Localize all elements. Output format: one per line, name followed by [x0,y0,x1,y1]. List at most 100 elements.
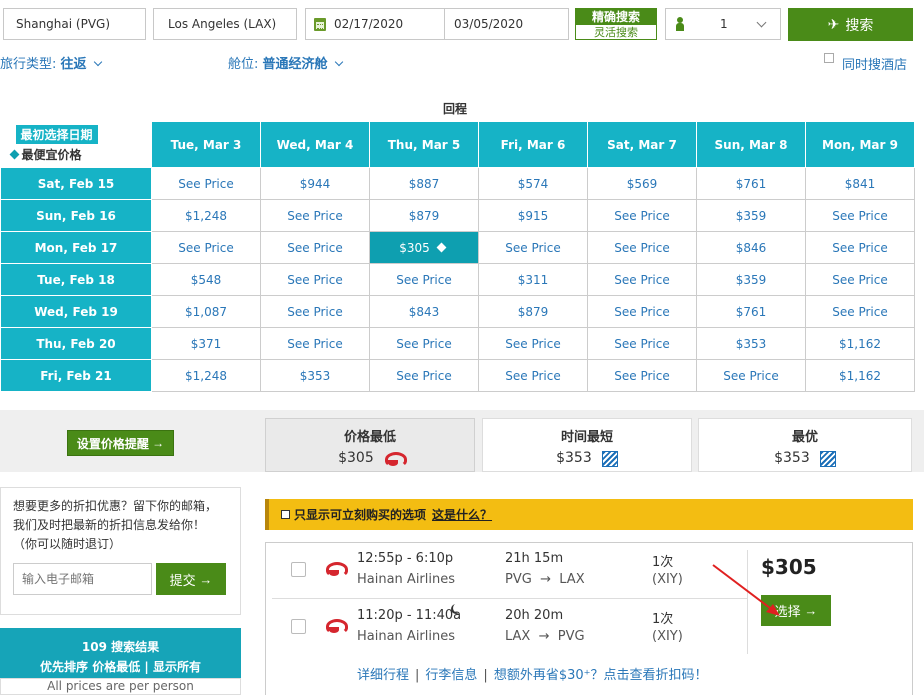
matrix-cell[interactable]: See Price [805,295,915,328]
hotel-checkbox[interactable] [824,53,834,63]
matrix-cell[interactable]: See Price [478,327,588,360]
depart-date-field[interactable]: 02/17/2020 [305,8,445,40]
trip-type-value: 往返 [60,57,87,72]
matrix-cell[interactable]: $944 [260,167,370,200]
matrix-cell[interactable]: $1,162 [805,327,915,360]
matrix-cell[interactable]: $843 [369,295,479,328]
promo-line: 我们及时把最新的折扣信息发给你！ [13,518,206,532]
sort-tab-label: 时间最短 [560,430,613,445]
hotel-search-link[interactable]: 同时搜酒店 [842,54,907,73]
matrix-cell-value: See Price [396,368,452,383]
matrix-cell[interactable]: See Price [260,263,370,296]
matrix-cell[interactable]: See Price [369,359,479,392]
matrix-cell[interactable]: See Price [260,295,370,328]
matrix-cell[interactable]: See Price [478,231,588,264]
leg-duration: 21h 15m [505,551,564,566]
matrix-cell[interactable]: See Price [805,263,915,296]
trip-type-select[interactable]: 旅行类型: 往返 [0,53,102,72]
results-sort[interactable]: 优先排序 价格最低 | 显示所有 [0,658,241,675]
matrix-cell[interactable]: $887 [369,167,479,200]
matrix-cell[interactable]: $1,248 [151,199,261,232]
matrix-cell[interactable]: $761 [696,295,806,328]
depart-date-header: Mon, Feb 17 [0,231,152,264]
matrix-cell[interactable]: See Price [805,231,915,264]
matrix-cell[interactable]: See Price [151,167,261,200]
matrix-cell[interactable]: $353 [696,327,806,360]
initial-date-badge: 最初选择日期 [15,125,98,145]
origin-field[interactable]: Shanghai (PVG) [3,8,146,40]
matrix-cell[interactable]: See Price [260,199,370,232]
matrix-cell-selected[interactable]: $305 [369,231,479,264]
matrix-cell[interactable]: $574 [478,167,588,200]
matrix-cell-value: See Price [614,208,670,223]
mode-exact-button[interactable]: 精确搜索 [575,8,657,24]
destination-value: Los Angeles (LAX) [168,17,277,31]
matrix-cell[interactable]: See Price [587,359,697,392]
matrix-cell[interactable]: $846 [696,231,806,264]
matrix-cell[interactable]: $1,162 [805,359,915,392]
return-date-header: Thu, Mar 5 [369,121,479,168]
matrix-cell[interactable]: See Price [260,327,370,360]
sort-tab-cheapest[interactable]: 价格最低 $305 [265,418,475,472]
leg-checkbox[interactable] [291,619,306,634]
matrix-cell[interactable]: See Price [478,359,588,392]
matrix-cell[interactable]: $841 [805,167,915,200]
matrix-cell[interactable]: $879 [478,295,588,328]
return-date-header: Fri, Mar 6 [478,121,588,168]
mode-flex-button[interactable]: 灵活搜索 [575,24,657,40]
leg-checkbox[interactable] [291,562,306,577]
instant-book-filter[interactable]: 只显示可立刻购买的选项 这是什么？ [265,499,913,530]
matrix-cell[interactable]: See Price [369,327,479,360]
matrix-cell[interactable]: See Price [587,295,697,328]
price-alert-label: 设置价格提醒 [76,436,149,451]
matrix-cell-value: See Price [505,240,561,255]
matrix-cell[interactable]: See Price [151,231,261,264]
cabin-select[interactable]: 舱位: 普通经济舱 [228,53,343,72]
sort-tab-fastest[interactable]: 时间最短 $353 [482,418,692,472]
search-mode-toggle[interactable]: 精确搜索 灵活搜索 [575,8,657,40]
matrix-cell[interactable]: $1,248 [151,359,261,392]
sort-tab-best[interactable]: 最优 $353 [698,418,912,472]
matrix-cell[interactable]: $353 [260,359,370,392]
email-input[interactable] [13,563,152,595]
matrix-cell[interactable]: See Price [369,263,479,296]
matrix-cell[interactable]: $548 [151,263,261,296]
matrix-cell[interactable]: $1,087 [151,295,261,328]
filter-checkbox[interactable] [281,510,290,519]
baggage-link[interactable]: 行李信息 [425,668,477,683]
price-alert-button[interactable]: 设置价格提醒 → [67,430,174,456]
matrix-cell[interactable]: See Price [587,327,697,360]
matrix-cell[interactable]: $359 [696,199,806,232]
united-logo-icon [601,450,618,467]
matrix-cell[interactable]: $311 [478,263,588,296]
matrix-cell[interactable]: $371 [151,327,261,360]
matrix-cell[interactable]: See Price [805,199,915,232]
matrix-cell[interactable]: $915 [478,199,588,232]
matrix-cell[interactable]: See Price [587,199,697,232]
search-button[interactable]: ✈ 搜索 [788,8,913,41]
details-link[interactable]: 详细行程 [357,668,409,683]
origin-value: Shanghai (PVG) [16,17,111,31]
matrix-cell-value: $548 [190,272,222,287]
depart-date-header: Fri, Feb 21 [0,359,152,392]
submit-button[interactable]: 提交 → [156,563,226,595]
matrix-cell-value: $843 [408,304,440,319]
destination-field[interactable]: Los Angeles (LAX) [153,8,297,40]
leg-divider [272,598,747,599]
matrix-cell[interactable]: See Price [587,231,697,264]
promo-code-link[interactable]: 想额外再省$30⁺？点击查看折扣码！ [494,668,708,683]
matrix-cell[interactable]: $359 [696,263,806,296]
matrix-cell[interactable]: $879 [369,199,479,232]
matrix-cell[interactable]: $569 [587,167,697,200]
matrix-cell[interactable]: See Price [587,263,697,296]
annotation-arrow-icon [712,564,780,616]
link-separator: | [483,668,488,683]
what-is-this-link[interactable]: 这是什么？ [432,506,492,523]
matrix-cell[interactable]: $761 [696,167,806,200]
matrix-cell[interactable]: See Price [696,359,806,392]
matrix-cell-value: $359 [735,272,767,287]
leg-route: PVG → LAX [505,572,585,587]
passenger-select[interactable]: 1 [665,8,781,40]
return-date-field[interactable]: 03/05/2020 [444,8,569,40]
matrix-cell[interactable]: See Price [260,231,370,264]
